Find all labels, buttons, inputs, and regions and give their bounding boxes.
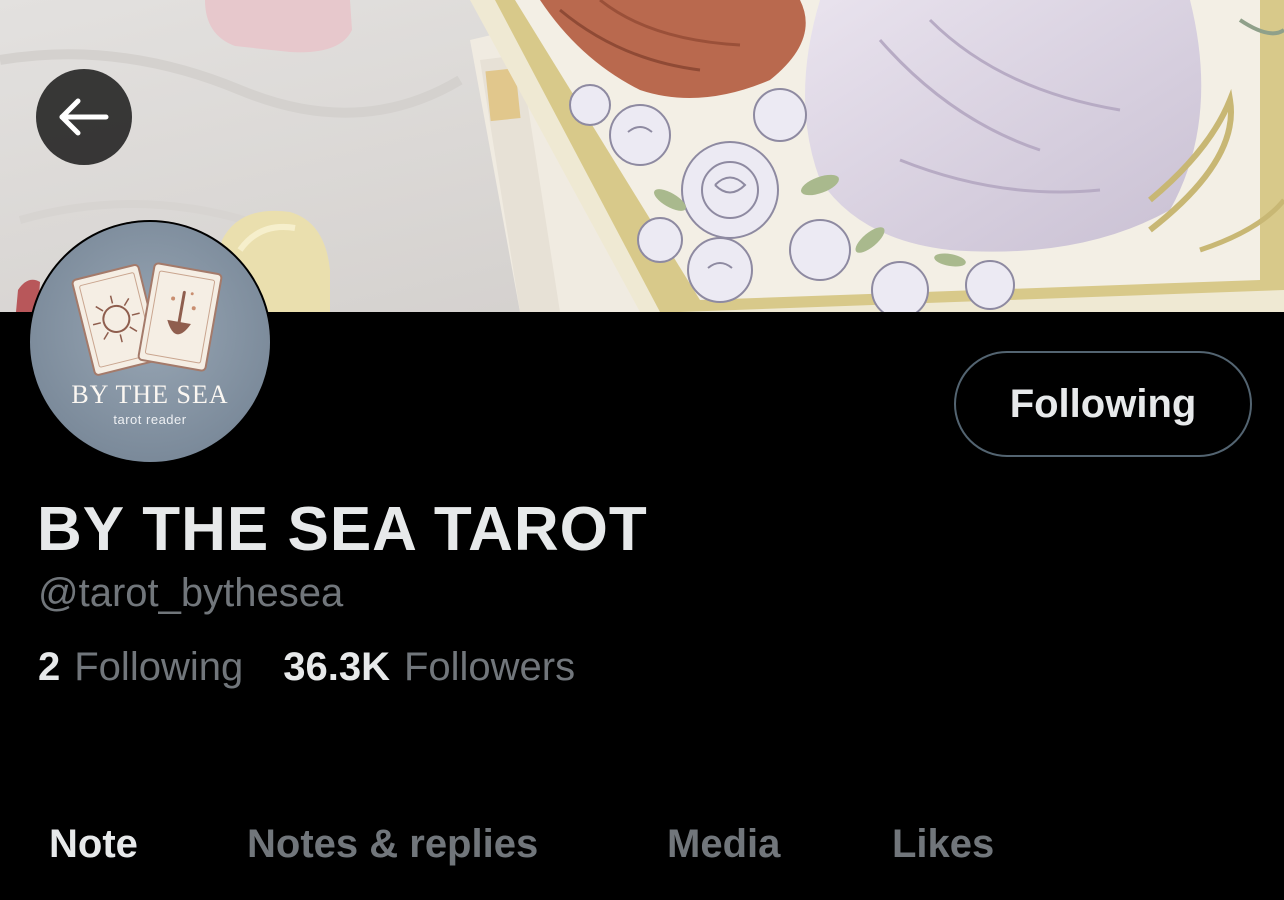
display-name: BY THE SEA TAROT	[37, 495, 648, 564]
following-count: 2	[38, 645, 61, 689]
arrow-left-icon	[59, 98, 109, 136]
profile-tabs: Note Notes & replies Media Likes	[0, 800, 1284, 900]
followers-label: Followers	[403, 645, 576, 689]
avatar-image: BY THE SEA tarot reader	[30, 222, 270, 462]
avatar-brand-text: BY THE SEA	[71, 380, 229, 409]
tab-note[interactable]: Note	[49, 822, 138, 867]
back-button[interactable]	[36, 69, 132, 165]
following-label: Following	[74, 645, 244, 689]
avatar[interactable]: BY THE SEA tarot reader	[28, 220, 272, 464]
handle: @tarot_bythesea	[38, 571, 344, 615]
profile-page: BY THE SEA tarot reader Following BY THE…	[0, 0, 1284, 900]
profile-stats: 2 Following 36.3K Followers	[38, 645, 575, 690]
avatar-subtitle-text: tarot reader	[113, 412, 187, 427]
followers-stat-link[interactable]: 36.3K Followers	[283, 645, 575, 690]
tab-notes-and-replies[interactable]: Notes & replies	[247, 822, 538, 867]
following-stat-link[interactable]: 2 Following	[38, 645, 243, 690]
followers-count: 36.3K	[283, 645, 390, 689]
tab-media[interactable]: Media	[667, 822, 780, 867]
tab-likes[interactable]: Likes	[892, 822, 994, 867]
following-button[interactable]: Following	[954, 351, 1252, 457]
